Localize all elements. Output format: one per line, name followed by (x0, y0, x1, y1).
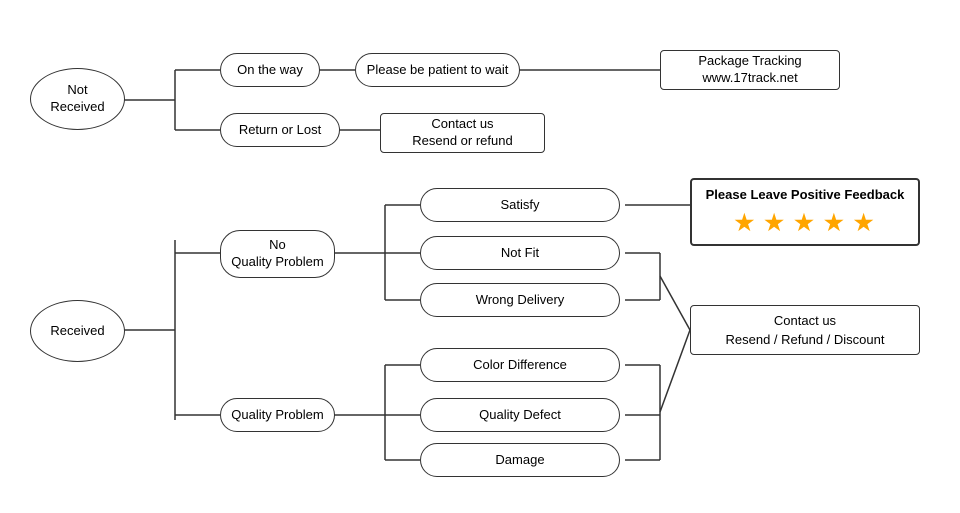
package-tracking-node: Package Tracking www.17track.net (660, 50, 840, 90)
wrong-delivery-node: Wrong Delivery (420, 283, 620, 317)
satisfy-label: Satisfy (500, 197, 539, 214)
damage-node: Damage (420, 443, 620, 477)
received-node: Received (30, 300, 125, 362)
on-the-way-label: On the way (237, 62, 303, 79)
damage-label: Damage (495, 452, 544, 469)
quality-problem-node: Quality Problem (220, 398, 335, 432)
return-or-lost-label: Return or Lost (239, 122, 321, 139)
received-label: Received (50, 323, 104, 340)
no-quality-problem-label: No Quality Problem (231, 237, 323, 271)
color-difference-node: Color Difference (420, 348, 620, 382)
quality-defect-node: Quality Defect (420, 398, 620, 432)
diagram: Not Received On the way Return or Lost P… (0, 0, 960, 513)
not-received-label: Not Received (50, 82, 104, 116)
not-fit-label: Not Fit (501, 245, 539, 262)
no-quality-problem-node: No Quality Problem (220, 230, 335, 278)
patient-node: Please be patient to wait (355, 53, 520, 87)
wrong-delivery-label: Wrong Delivery (476, 292, 565, 309)
contact-resend-refund-label: Contact us Resend or refund (412, 116, 512, 150)
stars-display: ★ ★ ★ ★ ★ (734, 208, 875, 239)
package-tracking-label: Package Tracking www.17track.net (698, 53, 801, 87)
color-difference-label: Color Difference (473, 357, 567, 374)
satisfy-node: Satisfy (420, 188, 620, 222)
quality-defect-label: Quality Defect (479, 407, 561, 424)
contact-resend-refund-discount-label: Contact us Resend / Refund / Discount (726, 311, 885, 350)
contact-resend-refund-discount-node: Contact us Resend / Refund / Discount (690, 305, 920, 355)
on-the-way-node: On the way (220, 53, 320, 87)
not-received-node: Not Received (30, 68, 125, 130)
quality-problem-label: Quality Problem (231, 407, 323, 424)
return-or-lost-node: Return or Lost (220, 113, 340, 147)
patient-label: Please be patient to wait (367, 62, 509, 79)
contact-resend-refund-node: Contact us Resend or refund (380, 113, 545, 153)
feedback-label: Please Leave Positive Feedback (706, 186, 905, 204)
feedback-node: Please Leave Positive Feedback ★ ★ ★ ★ ★ (690, 178, 920, 246)
not-fit-node: Not Fit (420, 236, 620, 270)
